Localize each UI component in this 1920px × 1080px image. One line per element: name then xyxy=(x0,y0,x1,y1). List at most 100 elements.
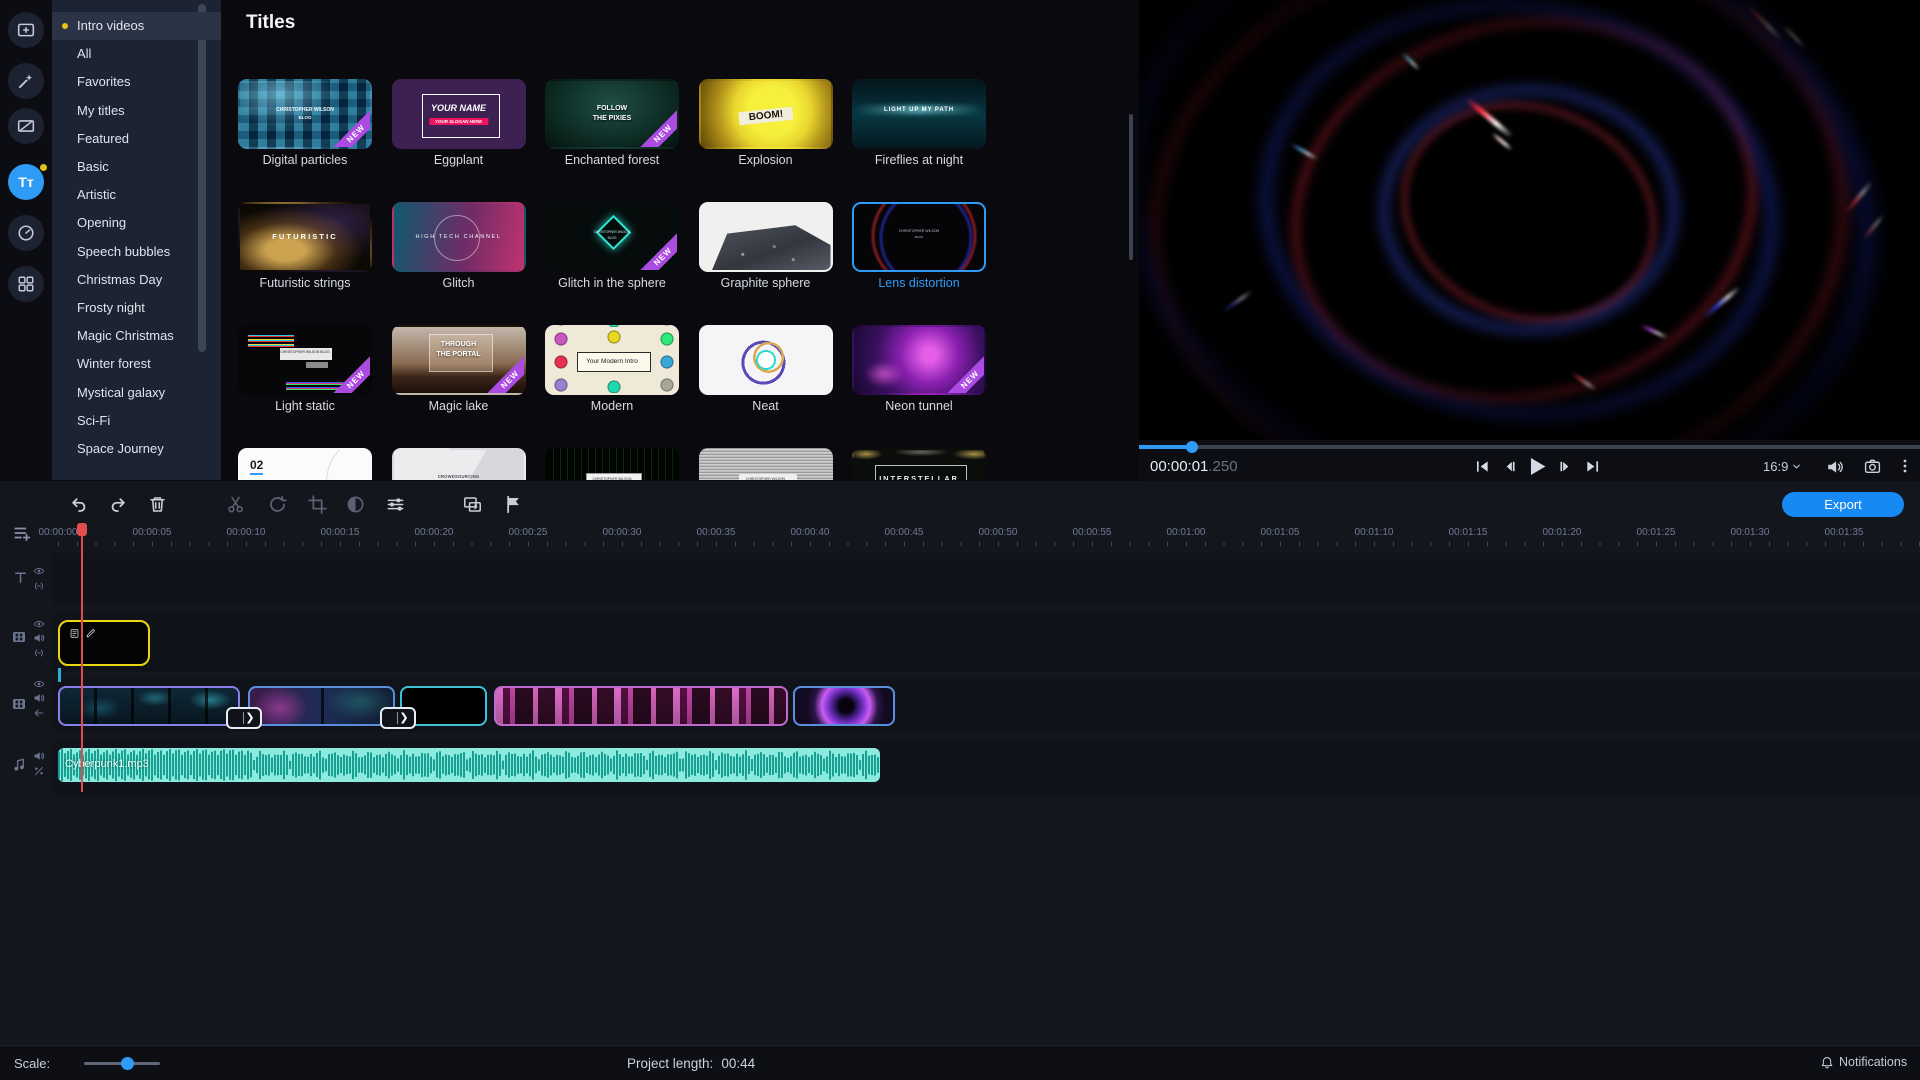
snapshot-camera-icon[interactable] xyxy=(1864,458,1881,475)
video-clip-4[interactable] xyxy=(494,686,788,726)
sidebar-item-featured[interactable]: Featured xyxy=(52,125,221,153)
redo-icon[interactable] xyxy=(109,495,128,514)
scale-slider-handle[interactable] xyxy=(121,1057,134,1070)
track-link-icon[interactable] xyxy=(33,647,45,659)
titles-panel: Titles CHRISTOPHER WILSONBLOGNEWDigital … xyxy=(221,0,1139,480)
new-ribbon: NEW xyxy=(945,354,986,395)
rail-button-filters[interactable] xyxy=(8,63,44,99)
rail-button-titles[interactable]: Tт xyxy=(8,164,44,200)
sidebar-item-all[interactable]: All xyxy=(52,40,221,68)
template-card-explosion[interactable]: BOOM!Explosion xyxy=(699,79,833,149)
video-clip-5[interactable] xyxy=(793,686,895,726)
sidebar-item-speech-bubbles[interactable]: Speech bubbles xyxy=(52,238,221,266)
sidebar-item-mystical-galaxy[interactable]: Mystical galaxy xyxy=(52,379,221,407)
template-card-glitch[interactable]: HIGH TECH CHANNELGlitch xyxy=(392,202,526,272)
track-visibility-icon[interactable] xyxy=(33,565,45,577)
template-card-neat[interactable]: Neat xyxy=(699,325,833,395)
template-card-neon-tunnel[interactable]: NEWNeon tunnel xyxy=(852,325,986,395)
template-label: Glitch xyxy=(382,276,536,290)
sidebar-item-opening[interactable]: Opening xyxy=(52,209,221,237)
template-card-row4-crowdsourcing[interactable]: CROWDSOURCINGIN THE DESIGN xyxy=(392,448,526,480)
sidebar-item-space-journey[interactable]: Space Journey xyxy=(52,435,221,463)
sidebar-item-my-titles[interactable]: My titles xyxy=(52,97,221,125)
template-card-graphite-sphere[interactable]: Graphite sphere xyxy=(699,202,833,272)
playhead-handle[interactable] xyxy=(77,523,87,536)
template-card-row4-static[interactable]: CHRISTOPHER WILSON xyxy=(699,448,833,480)
template-card-modern[interactable]: Your Modern IntroModern xyxy=(545,325,679,395)
sidebar-item-sci-fi[interactable]: Sci-Fi xyxy=(52,407,221,435)
delete-icon[interactable] xyxy=(148,495,167,514)
template-thumbnail: THROUGHTHE PORTALNEW xyxy=(392,325,526,395)
sidebar-item-christmas-day[interactable]: Christmas Day xyxy=(52,266,221,294)
timeline-ruler[interactable]: 00:00:0000:00:0500:00:1000:00:1500:00:20… xyxy=(0,524,1920,548)
transition-badge-2[interactable]: ❯ xyxy=(380,707,416,729)
template-card-light-static[interactable]: CHRISTOPHER WILSON BLOGNEWLight static xyxy=(238,325,372,395)
track-arrow-icon[interactable] xyxy=(33,707,45,719)
track-mute-icon[interactable] xyxy=(33,632,45,644)
title-clip[interactable] xyxy=(58,620,150,666)
video-clip-1[interactable] xyxy=(58,686,240,726)
template-card-eggplant[interactable]: YOUR NAMEYOUR SLOGAN HEREEggplant xyxy=(392,79,526,149)
template-label: Modern xyxy=(535,399,689,413)
clip-properties-icon[interactable] xyxy=(386,495,405,514)
template-card-magic-lake[interactable]: THROUGHTHE PORTALNEWMagic lake xyxy=(392,325,526,395)
notifications-button[interactable]: Notifications xyxy=(1820,1055,1907,1069)
track-link-icon[interactable] xyxy=(33,580,45,592)
export-button[interactable]: Export xyxy=(1782,492,1904,517)
sidebar-item-winter-forest[interactable]: Winter forest xyxy=(52,350,221,378)
ruler-tick-label: 00:01:15 xyxy=(1449,527,1488,538)
track-lane-1 xyxy=(52,612,1920,672)
crop-icon[interactable] xyxy=(308,495,327,514)
rail-button-import[interactable] xyxy=(8,12,44,48)
color-adjustments-icon[interactable] xyxy=(346,495,365,514)
template-card-digital-particles[interactable]: CHRISTOPHER WILSONBLOGNEWDigital particl… xyxy=(238,79,372,149)
overlay-icon[interactable] xyxy=(463,495,482,514)
notifications-label: Notifications xyxy=(1839,1055,1907,1069)
transition-badge-1[interactable]: ❯ xyxy=(226,707,262,729)
seek-bar[interactable] xyxy=(1139,441,1920,453)
track-mute-icon[interactable] xyxy=(33,692,45,704)
sidebar-item-favorites[interactable]: Favorites xyxy=(52,68,221,96)
template-card-row4-notebook[interactable]: 02 xyxy=(238,448,372,480)
track-visibility-icon[interactable] xyxy=(33,618,45,630)
audio-detach-icon[interactable] xyxy=(33,765,45,777)
frame-forward-icon[interactable] xyxy=(1558,459,1573,474)
scale-label: Scale: xyxy=(14,1056,50,1071)
template-card-glitch-in-the-sphere[interactable]: CHRISTOPHER WILSONBLOGNEWGlitch in the s… xyxy=(545,202,679,272)
template-card-lens-distortion[interactable]: CHRISTOPHER WILSONBLOGLens distortion xyxy=(852,202,986,272)
template-grid-scrollbar[interactable] xyxy=(1129,114,1133,260)
video-clip-2[interactable] xyxy=(248,686,395,726)
template-thumbnail: LIGHT UP MY PATH xyxy=(852,79,986,149)
volume-icon[interactable] xyxy=(1826,458,1844,476)
marker-icon[interactable] xyxy=(504,495,523,514)
undo-icon[interactable] xyxy=(69,495,88,514)
more-options-icon[interactable] xyxy=(1897,458,1913,474)
track-visibility-icon[interactable] xyxy=(33,678,45,690)
aspect-ratio-select[interactable]: 16:9 xyxy=(1763,459,1801,474)
template-card-row4-interstellar[interactable]: INTERSTELLAR xyxy=(852,448,986,480)
sidebar-item-frosty-night[interactable]: Frosty night xyxy=(52,294,221,322)
rail-button-transitions[interactable] xyxy=(8,108,44,144)
template-card-fireflies-at-night[interactable]: LIGHT UP MY PATHFireflies at night xyxy=(852,79,986,149)
template-thumbnail: CHRISTOPHER WILSONBLOGNEW xyxy=(238,79,372,149)
add-track-icon[interactable] xyxy=(13,524,31,542)
cut-icon[interactable] xyxy=(226,495,245,514)
template-card-futuristic-strings[interactable]: FUTURISTICFuturistic strings xyxy=(238,202,372,272)
sidebar-item-intro-videos[interactable]: Intro videos xyxy=(52,12,221,40)
sidebar-item-basic[interactable]: Basic xyxy=(52,153,221,181)
sidebar-item-magic-christmas[interactable]: Magic Christmas xyxy=(52,322,221,350)
skip-start-icon[interactable] xyxy=(1475,459,1490,474)
skip-end-icon[interactable] xyxy=(1585,459,1600,474)
play-icon[interactable] xyxy=(1527,456,1548,477)
seek-track[interactable] xyxy=(1139,445,1920,449)
track-mute-icon[interactable] xyxy=(33,750,45,762)
audio-clip[interactable]: Cyberpunk1.mp3 xyxy=(58,748,880,782)
seek-handle[interactable] xyxy=(1186,441,1198,453)
template-card-enchanted-forest[interactable]: FOLLOWTHE PIXIESNEWEnchanted forest xyxy=(545,79,679,149)
template-card-row4-matrix[interactable]: CHRISTOPHER WILSON xyxy=(545,448,679,480)
sidebar-item-artistic[interactable]: Artistic xyxy=(52,181,221,209)
rail-button-effects[interactable] xyxy=(8,215,44,251)
rotate-icon[interactable] xyxy=(268,495,287,514)
frame-back-icon[interactable] xyxy=(1502,459,1517,474)
rail-button-more-tools[interactable] xyxy=(8,266,44,302)
